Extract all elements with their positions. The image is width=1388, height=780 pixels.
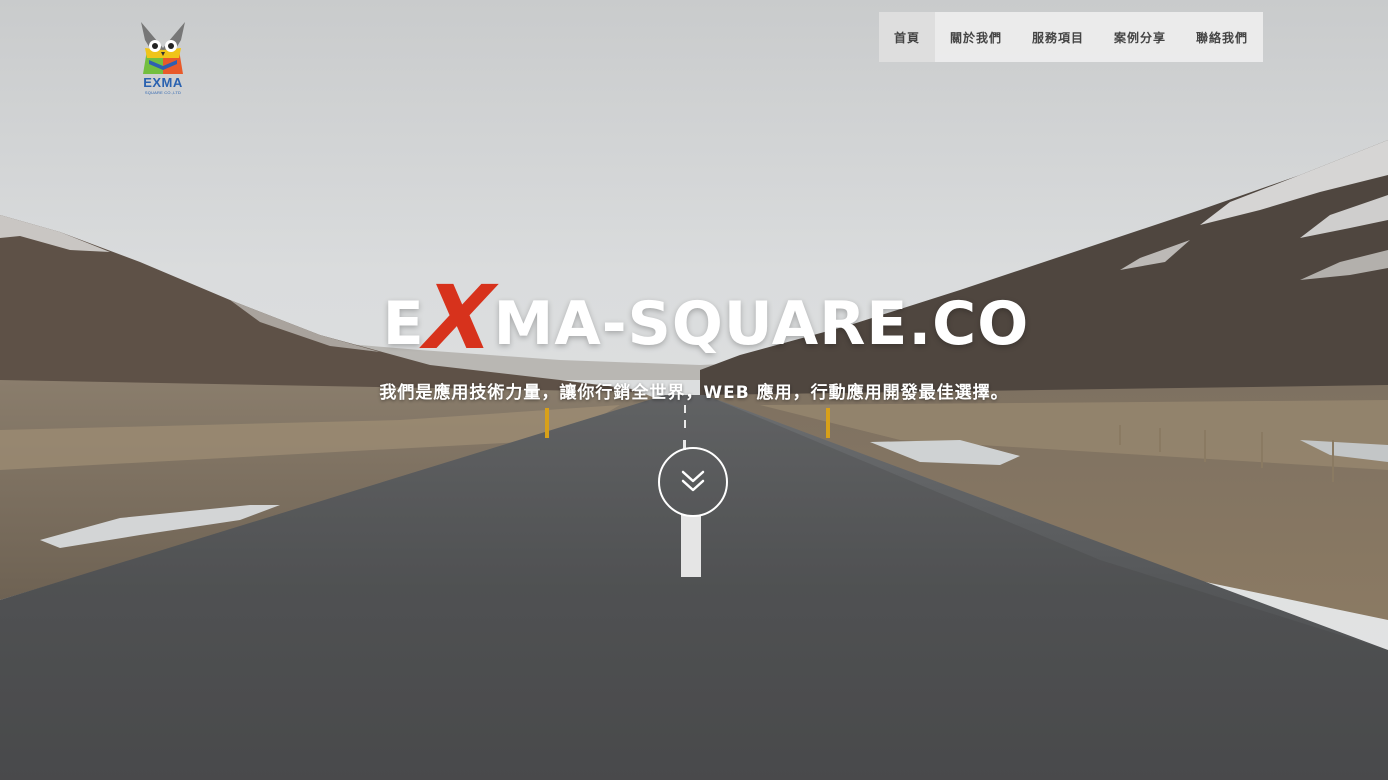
double-chevron-down-icon bbox=[681, 470, 705, 492]
main-nav: 首頁 關於我們 服務項目 案例分享 聯絡我們 bbox=[879, 12, 1263, 62]
hero-section: EXMA SQUARE CO.,LTD 首頁 關於我們 服務項目 案例分享 聯絡… bbox=[0, 0, 1388, 780]
logo-subtext: SQUARE CO.,LTD bbox=[144, 90, 182, 95]
nav-item-about[interactable]: 關於我們 bbox=[935, 12, 1017, 62]
brand-title: EXMA-SQUARE.CO bbox=[0, 266, 1388, 369]
nav-item-cases[interactable]: 案例分享 bbox=[1099, 12, 1181, 62]
owl-logo-icon bbox=[141, 22, 185, 74]
company-logo[interactable]: EXMA SQUARE CO.,LTD bbox=[137, 20, 189, 98]
scroll-down-button[interactable] bbox=[658, 447, 728, 517]
nav-item-services[interactable]: 服務項目 bbox=[1017, 12, 1099, 62]
logo-text: EXMA bbox=[143, 75, 183, 90]
hero-tagline: 我們是應用技術力量，讓你行銷全世界，WEB 應用，行動應用開發最佳選擇。 bbox=[379, 383, 1009, 403]
nav-item-home[interactable]: 首頁 bbox=[879, 12, 935, 62]
brand-x-mark: X bbox=[412, 266, 507, 369]
nav-item-contact[interactable]: 聯絡我們 bbox=[1181, 12, 1263, 62]
brand-suffix: MA-SQUARE.CO bbox=[493, 289, 1030, 359]
